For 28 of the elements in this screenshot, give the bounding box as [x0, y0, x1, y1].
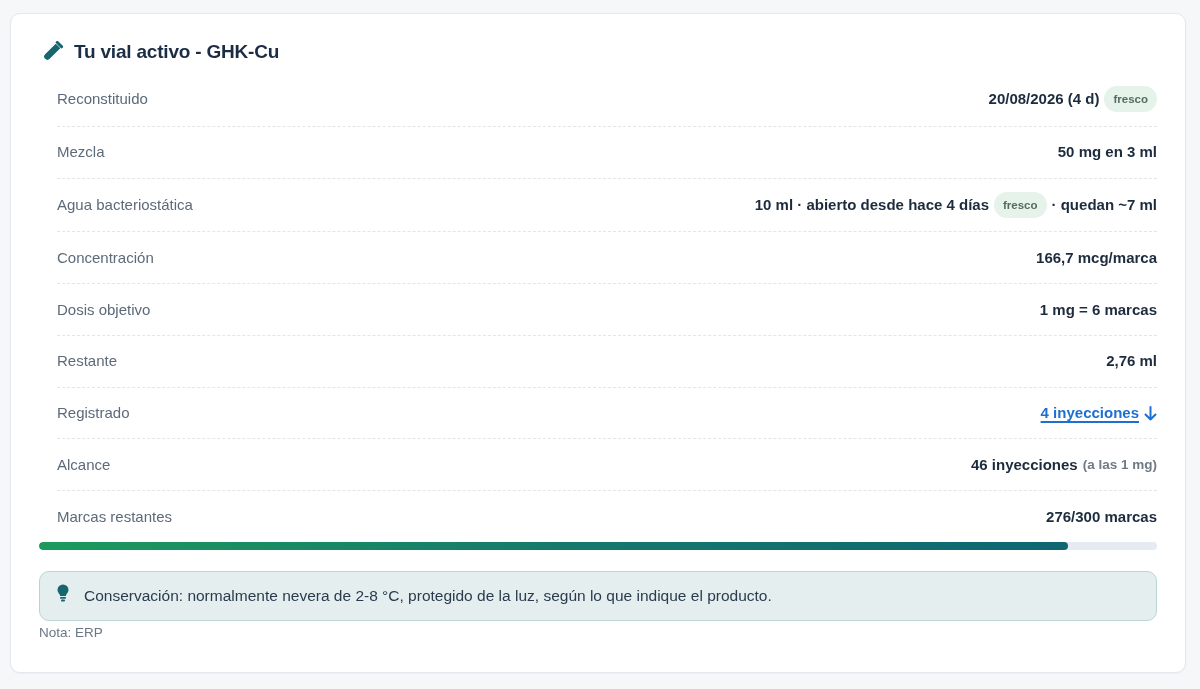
row-value: · quedan ~7 ml: [1051, 194, 1157, 215]
row-label: Dosis objetivo: [57, 299, 151, 320]
row-value: 50 mg en 3 ml: [1057, 142, 1157, 163]
row-value: 46 inyecciones: [971, 454, 1078, 475]
test-tube-icon: [41, 41, 63, 63]
row-label: Restante: [57, 351, 118, 372]
status-badge: fresco: [1104, 86, 1157, 113]
row-label: Alcance: [57, 454, 111, 475]
row-label: Mezcla: [57, 142, 105, 163]
row-label: Concentración: [57, 247, 154, 268]
row-value: 20/08/2026 (4 d): [988, 89, 1100, 110]
row-value: 276/300 marcas: [1046, 506, 1157, 527]
row-value: 2,76 ml: [1106, 351, 1157, 372]
row-label: Marcas restantes: [57, 506, 173, 527]
row-value: 1 mg = 6 marcas: [1039, 299, 1157, 320]
arrow-down-icon: [1144, 405, 1157, 421]
lightbulb-icon: [57, 583, 69, 602]
card-title: Tu vial activo - GHK-Cu: [74, 41, 280, 63]
injections-link[interactable]: 4 inyecciones: [1040, 401, 1157, 426]
row-value: 10 ml · abierto desde hace 4 días: [754, 194, 989, 215]
note-text: Nota: ERP: [39, 623, 103, 642]
row-label: Agua bacteriostática: [57, 194, 193, 215]
status-badge: fresco: [994, 191, 1047, 218]
row-label: Reconstituido: [57, 89, 148, 110]
row-value: 166,7 mcg/marca: [1036, 247, 1157, 268]
value-note: (a las 1 mg): [1082, 455, 1157, 474]
info-text: Conservación: normalmente nevera de 2-8 °C, protegido de la luz, según lo que indique el producto.: [84, 585, 772, 606]
row-label: Registrado: [57, 403, 130, 424]
